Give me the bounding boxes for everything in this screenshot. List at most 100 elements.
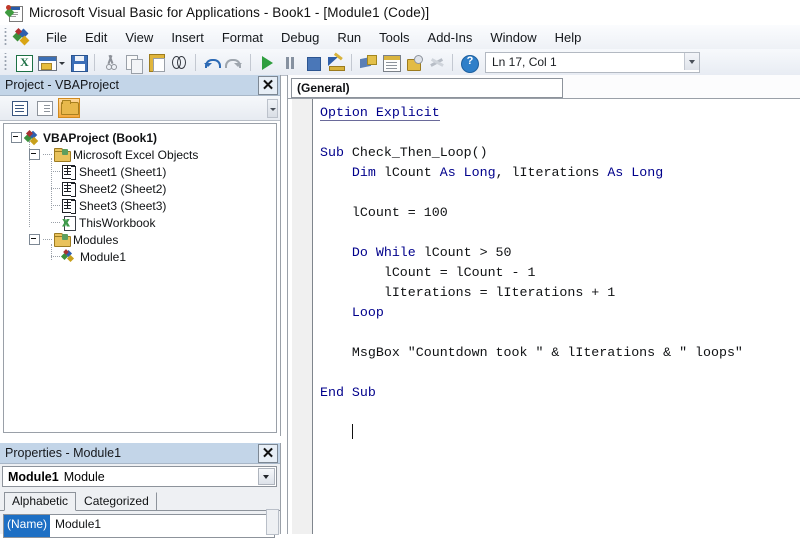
tree-item-sheet2[interactable]: Sheet2 (Sheet2) xyxy=(7,180,276,197)
run-button[interactable] xyxy=(256,52,277,73)
close-icon[interactable]: ✕ xyxy=(258,443,278,463)
code-margin-indicator-bar[interactable] xyxy=(292,99,313,534)
close-icon[interactable]: ✕ xyxy=(258,75,278,95)
menu-run[interactable]: Run xyxy=(328,27,370,48)
chevron-down-icon[interactable] xyxy=(258,468,275,485)
menu-file[interactable]: File xyxy=(37,27,76,48)
help-button[interactable] xyxy=(458,52,479,73)
toolbox-button[interactable] xyxy=(426,52,447,73)
insert-object-icon xyxy=(38,55,57,71)
expand-collapse-icon[interactable] xyxy=(29,149,40,160)
project-explorer-button[interactable] xyxy=(357,52,378,73)
tree-item-vbaproject[interactable]: VBAProject (Book1) xyxy=(7,129,276,146)
insert-dropdown-arrow-icon[interactable] xyxy=(58,52,67,73)
view-code-button[interactable] xyxy=(8,98,30,118)
tree-connector xyxy=(43,238,52,241)
code-line[interactable] xyxy=(320,403,800,423)
toolbar-separator xyxy=(250,53,251,71)
menu-window[interactable]: Window xyxy=(481,27,545,48)
tree-connector xyxy=(51,255,60,258)
menu-add-ins[interactable]: Add-Ins xyxy=(419,27,482,48)
code-line[interactable]: lCount = 100 xyxy=(320,203,800,223)
code-keyword: Option Explicit xyxy=(320,105,440,121)
tree-connector xyxy=(51,244,52,260)
menu-help[interactable]: Help xyxy=(546,27,591,48)
help-question-icon xyxy=(461,54,479,73)
properties-titlebar: Properties - Module1 ✕ xyxy=(0,443,280,464)
save-button[interactable] xyxy=(68,52,89,73)
code-line[interactable] xyxy=(320,423,800,443)
project-toolbar-overflow-icon[interactable] xyxy=(267,99,278,118)
toolbar-gripper[interactable] xyxy=(2,53,11,71)
menu-tools[interactable]: Tools xyxy=(370,27,418,48)
properties-window-button[interactable] xyxy=(380,52,401,73)
code-line[interactable]: Loop xyxy=(320,303,800,323)
code-line[interactable]: lIterations = lIterations + 1 xyxy=(320,283,800,303)
toggle-folders-button[interactable] xyxy=(58,98,80,118)
tree-item-label: Sheet2 (Sheet2) xyxy=(79,181,167,196)
worksheet-icon xyxy=(62,181,76,197)
toolbar-overflow-icon[interactable] xyxy=(684,52,699,70)
object-browser-button[interactable] xyxy=(403,52,424,73)
code-line[interactable]: Sub Check_Then_Loop() xyxy=(320,143,800,163)
properties-title: Properties - Module1 xyxy=(5,446,122,460)
design-mode-button[interactable] xyxy=(325,51,346,73)
code-line[interactable] xyxy=(320,123,800,143)
code-line[interactable] xyxy=(320,363,800,383)
view-object-button[interactable] xyxy=(33,98,55,118)
tree-item-excel-objects[interactable]: Microsoft Excel Objects xyxy=(7,146,276,163)
properties-grid[interactable]: (Name) Module1 xyxy=(3,514,275,538)
tree-item-sheet1[interactable]: Sheet1 (Sheet1) xyxy=(7,163,276,180)
redo-button[interactable] xyxy=(224,52,245,73)
code-keyword: As xyxy=(439,165,456,180)
code-line[interactable]: lCount = lCount - 1 xyxy=(320,263,800,283)
tree-connector xyxy=(51,170,60,173)
tab-alphabetic[interactable]: Alphabetic xyxy=(4,492,77,511)
code-token: lIterations = lIterations + 1 xyxy=(383,285,616,300)
menu-debug[interactable]: Debug xyxy=(272,27,328,48)
procedure-combo[interactable] xyxy=(566,79,792,97)
menu-edit[interactable]: Edit xyxy=(76,27,116,48)
expand-collapse-icon[interactable] xyxy=(11,132,22,143)
properties-scrollbar[interactable] xyxy=(266,509,279,535)
menu-format[interactable]: Format xyxy=(213,27,272,48)
view-excel-button[interactable] xyxy=(13,52,34,73)
code-line[interactable] xyxy=(320,183,800,203)
project-tree[interactable]: VBAProject (Book1) Microsoft Excel Objec… xyxy=(3,123,277,433)
code-line[interactable]: Do While lCount > 50 xyxy=(320,243,800,263)
tree-item-thisworkbook[interactable]: ThisWorkbook xyxy=(7,214,276,231)
code-text[interactable]: Option Explicit Sub Check_Then_Loop() Di… xyxy=(320,103,800,534)
window-title: Microsoft Visual Basic for Applications … xyxy=(29,5,430,20)
position-indicator[interactable]: Ln 17, Col 1 xyxy=(485,51,700,73)
undo-button[interactable] xyxy=(201,52,222,73)
pause-bars-icon xyxy=(285,56,295,69)
copy-button[interactable] xyxy=(123,52,144,74)
code-line[interactable]: End Sub xyxy=(320,383,800,403)
tree-item-label: Microsoft Excel Objects xyxy=(73,147,199,162)
menu-insert[interactable]: Insert xyxy=(162,27,213,48)
tree-item-sheet3[interactable]: Sheet3 (Sheet3) xyxy=(7,197,276,214)
code-line[interactable] xyxy=(320,323,800,343)
menu-view[interactable]: View xyxy=(116,27,162,48)
cut-button[interactable] xyxy=(100,52,121,73)
code-line[interactable]: Dim lCount As Long, lIterations As Long xyxy=(320,163,800,183)
tree-item-module1[interactable]: Module1 xyxy=(7,248,276,265)
code-line[interactable] xyxy=(320,223,800,243)
code-editor-area[interactable]: Option Explicit Sub Check_Then_Loop() Di… xyxy=(288,98,800,534)
object-combo[interactable]: (General) xyxy=(291,78,563,98)
find-button[interactable] xyxy=(169,52,190,73)
properties-object-combo[interactable]: Module1 Module xyxy=(2,466,277,487)
insert-userform-button[interactable] xyxy=(36,52,57,73)
reset-button[interactable] xyxy=(302,52,323,73)
expand-collapse-icon[interactable] xyxy=(29,234,40,245)
save-icon xyxy=(71,54,88,72)
menubar-gripper[interactable] xyxy=(2,28,11,46)
code-line[interactable]: Option Explicit xyxy=(320,103,800,123)
paste-button[interactable] xyxy=(146,52,167,73)
tab-categorized[interactable]: Categorized xyxy=(76,492,157,510)
break-button[interactable] xyxy=(279,52,300,73)
tree-item-modules[interactable]: Modules xyxy=(7,231,276,248)
code-line[interactable]: MsgBox "Countdown took " & lIterations &… xyxy=(320,343,800,363)
vba-logo-icon xyxy=(12,27,31,46)
properties-object-name: Module1 xyxy=(8,469,59,484)
